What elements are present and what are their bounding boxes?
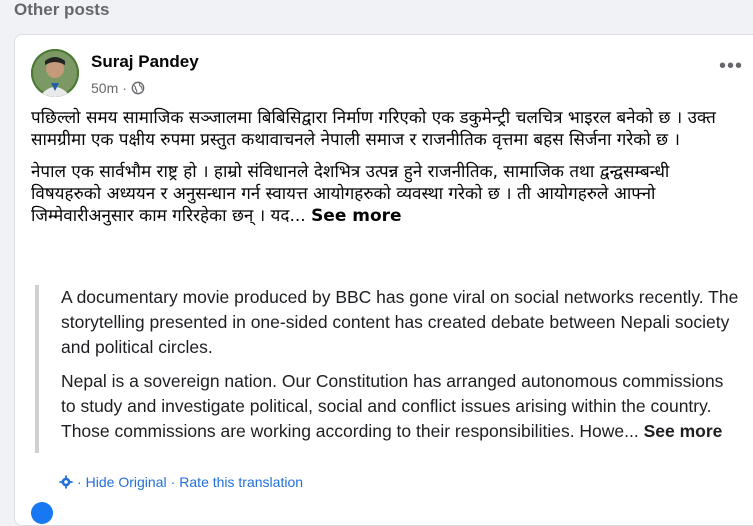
avatar-image [31, 49, 79, 97]
gear-icon [59, 475, 73, 489]
post-paragraph-2: नेपाल एक सार्वभौम राष्ट्र हो । हाम्रो सं… [31, 161, 731, 227]
section-title: Other posts [14, 0, 110, 19]
rate-translation-link[interactable]: Rate this translation [179, 474, 303, 490]
post-meta: 50m · [91, 80, 145, 96]
translation-see-more-button[interactable]: See more [644, 421, 723, 441]
translation-paragraph-1: A documentary movie produced by BBC has … [61, 287, 739, 357]
globe-icon [131, 81, 145, 95]
meta-separator: · [122, 80, 127, 96]
hide-original-link[interactable]: Hide Original [86, 474, 167, 490]
more-options-icon[interactable]: ••• [719, 56, 743, 76]
controls-separator-1: · [77, 474, 82, 490]
post-paragraph-1: पछिल्लो समय सामाजिक सञ्जालमा बिबिसिद्वार… [31, 108, 716, 150]
post-time[interactable]: 50m [91, 80, 118, 96]
translation-paragraph-2: Nepal is a sovereign nation. Our Constit… [61, 369, 741, 444]
author-name[interactable]: Suraj Pandey [91, 52, 199, 72]
reaction-avatar [31, 502, 53, 524]
avatar[interactable] [31, 49, 79, 97]
controls-separator-2: · [170, 474, 176, 490]
translation-block: A documentary movie produced by BBC has … [35, 285, 741, 453]
translation-controls: · Hide Original · Rate this translation [59, 474, 303, 490]
post-card: Suraj Pandey 50m · ••• पछिल्लो समय सामाज… [14, 34, 753, 526]
see-more-button[interactable]: See more [311, 206, 402, 226]
post-body: पछिल्लो समय सामाजिक सञ्जालमा बिबिसिद्वार… [31, 107, 731, 237]
translation-paragraph-2-text: Nepal is a sovereign nation. Our Constit… [61, 371, 724, 441]
